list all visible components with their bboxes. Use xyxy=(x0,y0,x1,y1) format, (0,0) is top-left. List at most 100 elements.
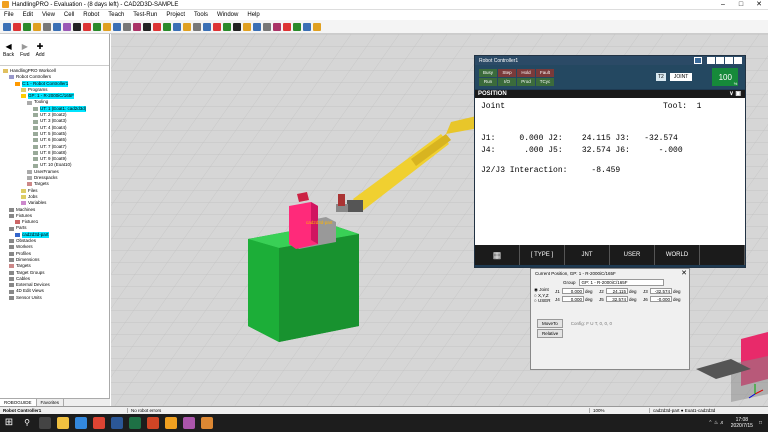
override-display[interactable]: 100 % xyxy=(712,68,739,86)
toolbar-button-24[interactable] xyxy=(233,22,241,31)
tab-favorites[interactable]: Favorites xyxy=(37,399,65,406)
close-icon[interactable]: ✕ xyxy=(681,269,687,277)
toolbar-button-8[interactable] xyxy=(73,22,81,31)
toolbar-button-20[interactable] xyxy=(193,22,201,31)
toolbar-button-14[interactable] xyxy=(133,22,141,31)
maximize-button[interactable]: □ xyxy=(732,0,750,10)
toolbar-button-32[interactable] xyxy=(313,22,321,31)
relative-button[interactable]: Relative xyxy=(537,329,564,338)
refresh-icon[interactable] xyxy=(707,57,715,64)
toolbar-button-5[interactable] xyxy=(43,22,51,31)
chrome-icon[interactable] xyxy=(93,417,105,429)
softkey-jnt[interactable]: JNT xyxy=(565,245,610,265)
menu-test-run[interactable]: Test-Run xyxy=(133,12,157,18)
back-button[interactable]: ◀ Back xyxy=(3,42,14,58)
windows-start-icon[interactable]: ⊞ xyxy=(3,417,15,429)
menu-teach[interactable]: Teach xyxy=(108,12,124,18)
joint-value-input[interactable] xyxy=(562,288,584,294)
menu-tools[interactable]: Tools xyxy=(194,12,208,18)
toolbar-button-29[interactable] xyxy=(283,22,291,31)
softkey-user[interactable]: USER xyxy=(610,245,655,265)
tab-roboguide[interactable]: ROBOGUIDE xyxy=(0,399,37,406)
toolbar-button-19[interactable] xyxy=(183,22,191,31)
group-select[interactable]: GP: 1 - R-2000iC/165F xyxy=(578,279,664,286)
toolbar-button-4[interactable] xyxy=(33,22,41,31)
help-icon[interactable] xyxy=(716,57,724,64)
toolbar-button-23[interactable] xyxy=(223,22,231,31)
tree-node-icon xyxy=(9,289,14,294)
toolbar-button-6[interactable] xyxy=(53,22,61,31)
menu-project[interactable]: Project xyxy=(166,12,185,18)
toolbar-button-25[interactable] xyxy=(243,22,251,31)
menu-file[interactable]: File xyxy=(4,12,14,18)
joint-value-input[interactable] xyxy=(562,296,584,302)
radio-user[interactable]: ○ USER xyxy=(534,298,550,303)
menu-robot[interactable]: Robot xyxy=(83,12,99,18)
close-icon[interactable] xyxy=(734,57,742,64)
toolbar-button-1[interactable] xyxy=(3,22,11,31)
menu-edit[interactable]: Edit xyxy=(23,12,33,18)
menu-view[interactable]: View xyxy=(42,12,55,18)
joint-line-1: J1: 0.000 J2: 24.115 J3: -32.574 xyxy=(481,134,678,143)
toolbar-button-17[interactable] xyxy=(163,22,171,31)
toolbar-button-26[interactable] xyxy=(253,22,261,31)
softkey-world[interactable]: WORLD xyxy=(655,245,700,265)
move-to-button[interactable]: MoveTo xyxy=(537,319,563,328)
toolbar-button-27[interactable] xyxy=(263,22,271,31)
excel-icon[interactable] xyxy=(129,417,141,429)
joint-field: J4 deg xyxy=(555,296,599,302)
add-button[interactable]: ✚ Add xyxy=(36,42,45,58)
j2-j3-interaction: J2/J3 Interaction: -8.459 xyxy=(481,166,621,175)
menu-cell[interactable]: Cell xyxy=(64,12,74,18)
edge-icon[interactable] xyxy=(75,417,87,429)
joint-value-input[interactable] xyxy=(606,288,628,294)
app-icon-3[interactable] xyxy=(201,417,213,429)
clock[interactable]: 17:08 2020/7/15 xyxy=(731,417,753,429)
joint-value-input[interactable] xyxy=(606,296,628,302)
search-icon[interactable]: ⚲ xyxy=(21,417,33,429)
menu-grid-icon[interactable]: ▦ xyxy=(475,245,520,265)
minimize-button[interactable]: – xyxy=(714,0,732,10)
toolbar-button-12[interactable] xyxy=(113,22,121,31)
tray-icons[interactable]: ⌃ ♨ ♬ xyxy=(708,420,724,426)
explorer-icon[interactable] xyxy=(57,417,69,429)
softkey-type[interactable]: [ TYPE ] xyxy=(520,245,565,265)
toolbar-button-21[interactable] xyxy=(203,22,211,31)
toolbar-button-9[interactable] xyxy=(83,22,91,31)
toolbar-button-30[interactable] xyxy=(293,22,301,31)
joint-value-input[interactable] xyxy=(650,288,672,294)
joint-value-input[interactable] xyxy=(650,296,672,302)
forward-button[interactable]: ▶ Fwd xyxy=(20,42,29,58)
toolbar-button-13[interactable] xyxy=(123,22,131,31)
toolbar-button-7[interactable] xyxy=(63,22,71,31)
word-icon[interactable] xyxy=(111,417,123,429)
roboguide-icon[interactable] xyxy=(165,417,177,429)
powerpoint-icon[interactable] xyxy=(147,417,159,429)
toolbar-button-18[interactable] xyxy=(173,22,181,31)
tree-node-icon xyxy=(15,81,20,86)
toolbar-button-3[interactable] xyxy=(23,22,31,31)
toolbar-button-2[interactable] xyxy=(13,22,21,31)
menu-help[interactable]: Help xyxy=(247,12,259,18)
unit-label: deg xyxy=(673,296,681,302)
toolbar-button-28[interactable] xyxy=(273,22,281,31)
tree-item[interactable]: Sensor Units xyxy=(1,295,109,301)
softkey-empty[interactable] xyxy=(700,245,745,265)
toolbar-button-22[interactable] xyxy=(213,22,221,31)
toolbar-button-11[interactable] xyxy=(103,22,111,31)
notification-icon[interactable]: □ xyxy=(759,420,762,426)
app-icon-2[interactable] xyxy=(183,417,195,429)
task-view-icon[interactable] xyxy=(39,417,51,429)
close-button[interactable]: ✕ xyxy=(750,0,768,10)
restore-icon[interactable] xyxy=(725,57,733,64)
arrow-right-icon: ▶ xyxy=(21,41,28,51)
toolbar-button-31[interactable] xyxy=(303,22,311,31)
toolbar-button-16[interactable] xyxy=(153,22,161,31)
display-icon[interactable] xyxy=(694,57,702,64)
jog-mode: JOINT xyxy=(669,73,693,81)
toolbar-button-15[interactable] xyxy=(143,22,151,31)
part-label: cad2d3d-part xyxy=(306,220,333,225)
tree-node-icon xyxy=(33,125,38,130)
menu-window[interactable]: Window xyxy=(217,12,238,18)
toolbar-button-10[interactable] xyxy=(93,22,101,31)
